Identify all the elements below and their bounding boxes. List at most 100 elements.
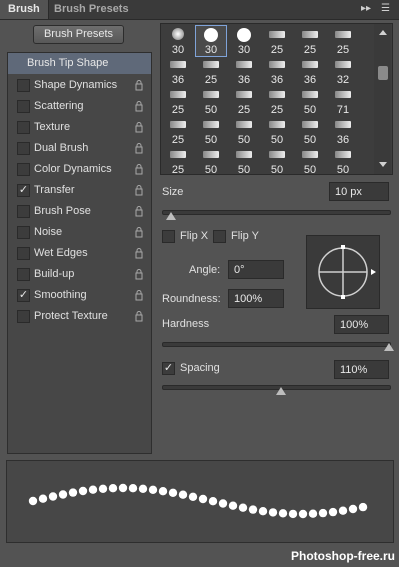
brush-tip[interactable]: 32: [328, 56, 358, 86]
menu-checkbox[interactable]: [17, 226, 30, 239]
brush-tip[interactable]: 50: [229, 116, 259, 146]
brush-tip-size: 50: [336, 164, 350, 175]
preset-scrollbar[interactable]: [374, 24, 391, 174]
menu-checkbox[interactable]: [17, 268, 30, 281]
brush-tip[interactable]: 50: [196, 116, 226, 146]
angle-field[interactable]: 0°: [228, 260, 284, 279]
brush-tip-size: 25: [303, 44, 317, 56]
menu-item-texture[interactable]: Texture: [8, 117, 151, 138]
size-field[interactable]: 10 px: [329, 182, 389, 201]
brush-tip[interactable]: 25: [262, 26, 292, 56]
brush-tip[interactable]: 36: [229, 56, 259, 86]
hardness-slider-knob[interactable]: [384, 343, 394, 351]
menu-item-shape-dynamics[interactable]: Shape Dynamics: [8, 75, 151, 96]
menu-item-dual-brush[interactable]: Dual Brush: [8, 138, 151, 159]
brush-tip-size: 36: [336, 134, 350, 146]
scroll-up-icon[interactable]: [379, 30, 387, 35]
hardness-slider[interactable]: [162, 342, 391, 347]
lock-icon[interactable]: [135, 269, 143, 280]
menu-checkbox[interactable]: [17, 205, 30, 218]
menu-checkbox[interactable]: [17, 100, 30, 113]
brush-tip[interactable]: 25: [196, 56, 226, 86]
menu-item-scattering[interactable]: Scattering: [8, 96, 151, 117]
menu-checkbox[interactable]: ✓: [17, 184, 30, 197]
brush-tip[interactable]: 50: [295, 116, 325, 146]
brush-tip[interactable]: 25: [163, 116, 193, 146]
lock-icon[interactable]: [135, 227, 143, 238]
brush-tip[interactable]: 71: [328, 86, 358, 116]
lock-icon[interactable]: [135, 248, 143, 259]
menu-item-color-dynamics[interactable]: Color Dynamics: [8, 159, 151, 180]
brush-tip[interactable]: 50: [196, 86, 226, 116]
brush-tip-size: 50: [237, 164, 251, 175]
hardness-field[interactable]: 100%: [334, 315, 389, 334]
brush-tip[interactable]: 50: [328, 146, 358, 175]
spacing-slider-knob[interactable]: [276, 387, 286, 395]
watermark: Photoshop-free.ru: [291, 549, 395, 563]
menu-item-wet-edges[interactable]: Wet Edges: [8, 243, 151, 264]
brush-tip-grid: 30 30 30 25 25 25 36 25 36 36 36 32 25 50 25 25 50 71 25 50…: [160, 23, 393, 175]
lock-icon[interactable]: [135, 143, 143, 154]
brush-tip-shape-item[interactable]: Brush Tip Shape: [8, 53, 151, 74]
menu-item-transfer[interactable]: ✓ Transfer: [8, 180, 151, 201]
tab-brush-presets[interactable]: Brush Presets: [46, 0, 137, 19]
scroll-down-icon[interactable]: [379, 162, 387, 167]
brush-presets-button[interactable]: Brush Presets: [33, 25, 124, 44]
brush-tip[interactable]: 50: [262, 116, 292, 146]
brush-tip[interactable]: 50: [196, 146, 226, 174]
brush-tip-size: 50: [204, 134, 218, 146]
menu-item-label: Build-up: [34, 268, 75, 280]
collapse-icon[interactable]: ▸▸: [361, 3, 371, 14]
brush-tip[interactable]: 50: [295, 86, 325, 116]
panel-menu-icon[interactable]: ☰: [381, 3, 390, 14]
menu-checkbox[interactable]: [17, 163, 30, 176]
lock-icon[interactable]: [135, 122, 143, 133]
brush-tip[interactable]: 25: [163, 86, 193, 116]
flip-y-checkbox[interactable]: [213, 230, 226, 243]
brush-tip[interactable]: 50: [295, 146, 325, 174]
brush-tip[interactable]: 25: [262, 86, 292, 116]
menu-item-noise[interactable]: Noise: [8, 222, 151, 243]
lock-icon[interactable]: [135, 290, 143, 301]
brush-tip[interactable]: 36: [163, 56, 193, 86]
lock-icon[interactable]: [135, 185, 143, 196]
scroll-thumb[interactable]: [378, 66, 388, 80]
menu-checkbox[interactable]: [17, 310, 30, 323]
brush-tip[interactable]: 36: [295, 56, 325, 86]
tab-brush[interactable]: Brush: [0, 0, 49, 19]
spacing-field[interactable]: 110%: [334, 360, 389, 379]
menu-checkbox[interactable]: [17, 142, 30, 155]
lock-icon[interactable]: [135, 311, 143, 322]
lock-icon[interactable]: [135, 164, 143, 175]
lock-icon[interactable]: [135, 206, 143, 217]
brush-tip[interactable]: 30: [163, 26, 193, 56]
brush-tip[interactable]: 36: [328, 116, 358, 146]
brush-tip[interactable]: 25: [328, 26, 358, 56]
brush-tip[interactable]: 36: [262, 56, 292, 86]
brush-tip[interactable]: 30: [229, 26, 259, 56]
menu-item-brush-pose[interactable]: Brush Pose: [8, 201, 151, 222]
menu-item-smoothing[interactable]: ✓ Smoothing: [8, 285, 151, 306]
size-slider[interactable]: [162, 210, 391, 215]
lock-icon[interactable]: [135, 101, 143, 112]
menu-checkbox[interactable]: ✓: [17, 289, 30, 302]
brush-tip[interactable]: 25: [163, 146, 193, 174]
brush-tip-size: 36: [303, 74, 317, 86]
menu-checkbox[interactable]: [17, 79, 30, 92]
size-slider-knob[interactable]: [166, 212, 176, 220]
brush-tip[interactable]: 50: [229, 146, 259, 175]
roundness-field[interactable]: 100%: [228, 289, 284, 308]
spacing-checkbox[interactable]: ✓: [162, 362, 175, 375]
menu-item-protect-texture[interactable]: Protect Texture: [8, 306, 151, 327]
flip-x-checkbox[interactable]: [162, 230, 175, 243]
menu-checkbox[interactable]: [17, 121, 30, 134]
menu-checkbox[interactable]: [17, 247, 30, 260]
angle-roundness-widget[interactable]: [306, 235, 380, 309]
menu-item-build-up[interactable]: Build-up: [8, 264, 151, 285]
lock-icon[interactable]: [135, 80, 143, 91]
brush-tip[interactable]: 25: [229, 86, 259, 116]
brush-tip[interactable]: 25: [295, 26, 325, 56]
brush-tip[interactable]: 50: [262, 146, 292, 174]
brush-tip[interactable]: 30: [195, 25, 227, 57]
custom-brush-icon: [302, 31, 318, 38]
